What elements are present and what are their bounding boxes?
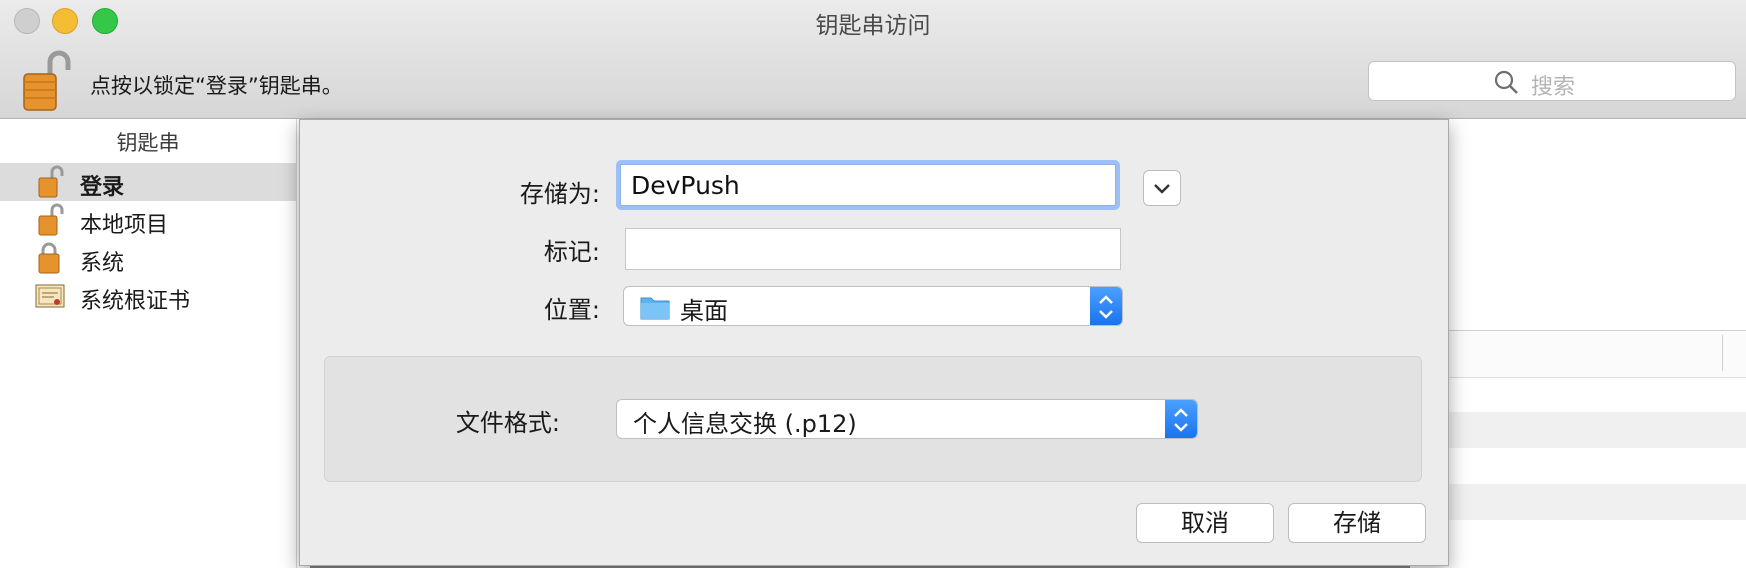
search-placeholder: 搜索 <box>1531 75 1576 100</box>
sidebar-header: 钥匙串 <box>116 131 180 155</box>
expand-dialog-button[interactable] <box>1143 170 1181 206</box>
unlocked-padlock-icon <box>38 203 64 236</box>
file-format-value: 个人信息交换 (.p12) <box>633 410 857 438</box>
up-down-arrows-icon <box>1174 408 1188 432</box>
format-label: 文件格式: <box>455 409 560 437</box>
save-button[interactable]: 存储 <box>1288 503 1426 543</box>
unlocked-padlock-icon <box>38 165 64 198</box>
search-field[interactable]: 搜索 <box>1368 61 1736 101</box>
sidebar-item-label: 本地项目 <box>80 213 169 238</box>
tags-field[interactable] <box>625 228 1121 270</box>
save-as-label: 存储为: <box>519 180 600 208</box>
popup-stepper <box>1165 400 1197 438</box>
sidebar-item-label: 系统根证书 <box>80 289 191 314</box>
window-title: 钥匙串访问 <box>815 13 931 39</box>
sidebar-item-label: 登录 <box>80 175 125 200</box>
sidebar-item-local-items[interactable]: 本地项目 <box>0 201 296 239</box>
toolbar: 钥匙串访问 点按以锁定“登录”钥匙串。 搜索 <box>0 0 1746 119</box>
sidebar-item-login[interactable]: 登录 <box>0 163 296 201</box>
tags-label: 标记: <box>543 238 600 266</box>
unlocked-padlock-icon[interactable] <box>20 48 72 112</box>
up-down-arrows-icon <box>1099 295 1113 319</box>
locked-padlock-icon <box>38 242 60 274</box>
lock-message: 点按以锁定“登录”钥匙串。 <box>90 74 343 98</box>
cancel-button[interactable]: 取消 <box>1136 503 1274 543</box>
sidebar-item-label: 系统 <box>80 251 125 276</box>
chevron-down-icon <box>1154 184 1170 194</box>
save-as-field[interactable]: DevPush <box>620 164 1116 206</box>
keychains-sidebar: 钥匙串 登录 本地项目 系统 系统根证书 <box>0 119 297 568</box>
where-popup[interactable]: 桌面 <box>623 286 1123 326</box>
file-format-popup[interactable]: 个人信息交换 (.p12) <box>616 399 1198 439</box>
where-value: 桌面 <box>680 297 728 325</box>
export-save-sheet: 存储为: DevPush 标记: 位置: 桌面 文件格式: 个人信息交换 (.p… <box>299 119 1449 566</box>
search-icon <box>1494 70 1518 94</box>
sidebar-item-system[interactable]: 系统 <box>0 239 296 277</box>
format-options-box: 文件格式: 个人信息交换 (.p12) <box>324 356 1422 482</box>
list-column-header <box>1446 330 1746 378</box>
sidebar-item-system-roots[interactable]: 系统根证书 <box>0 277 296 315</box>
popup-stepper <box>1090 287 1122 325</box>
certificate-icon <box>35 284 65 308</box>
list-row-stripe <box>1446 412 1746 448</box>
column-divider <box>1722 335 1723 371</box>
where-label: 位置: <box>543 296 600 324</box>
list-row-stripe <box>1446 484 1746 520</box>
folder-icon <box>640 297 670 320</box>
